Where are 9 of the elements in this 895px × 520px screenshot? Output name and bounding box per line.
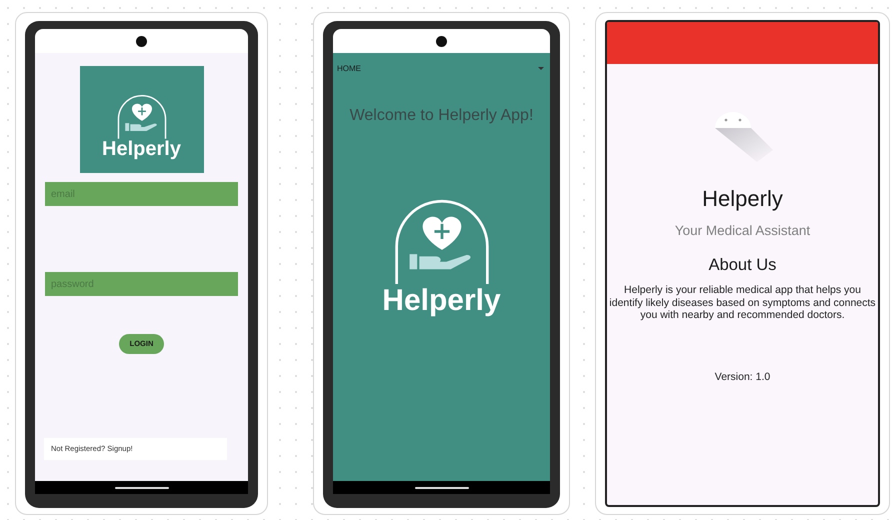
logo-text: Helperly — [102, 139, 181, 159]
menu-label[interactable]: HOME — [337, 63, 361, 75]
app-name: Helperly — [702, 185, 783, 213]
about-description: Helperly is your reliable medical app that helps you identify likely diseases based on symptoms and connects you with nearby and recommended doctors. — [608, 284, 877, 322]
welcome-heading: Welcome to Helperly App! — [350, 106, 534, 126]
section-heading: About Us — [708, 255, 776, 276]
version-text: Version: 1.0 — [714, 370, 770, 385]
logo-text: Helperly — [382, 286, 501, 316]
tagline: Your Medical Assistant — [674, 222, 810, 240]
